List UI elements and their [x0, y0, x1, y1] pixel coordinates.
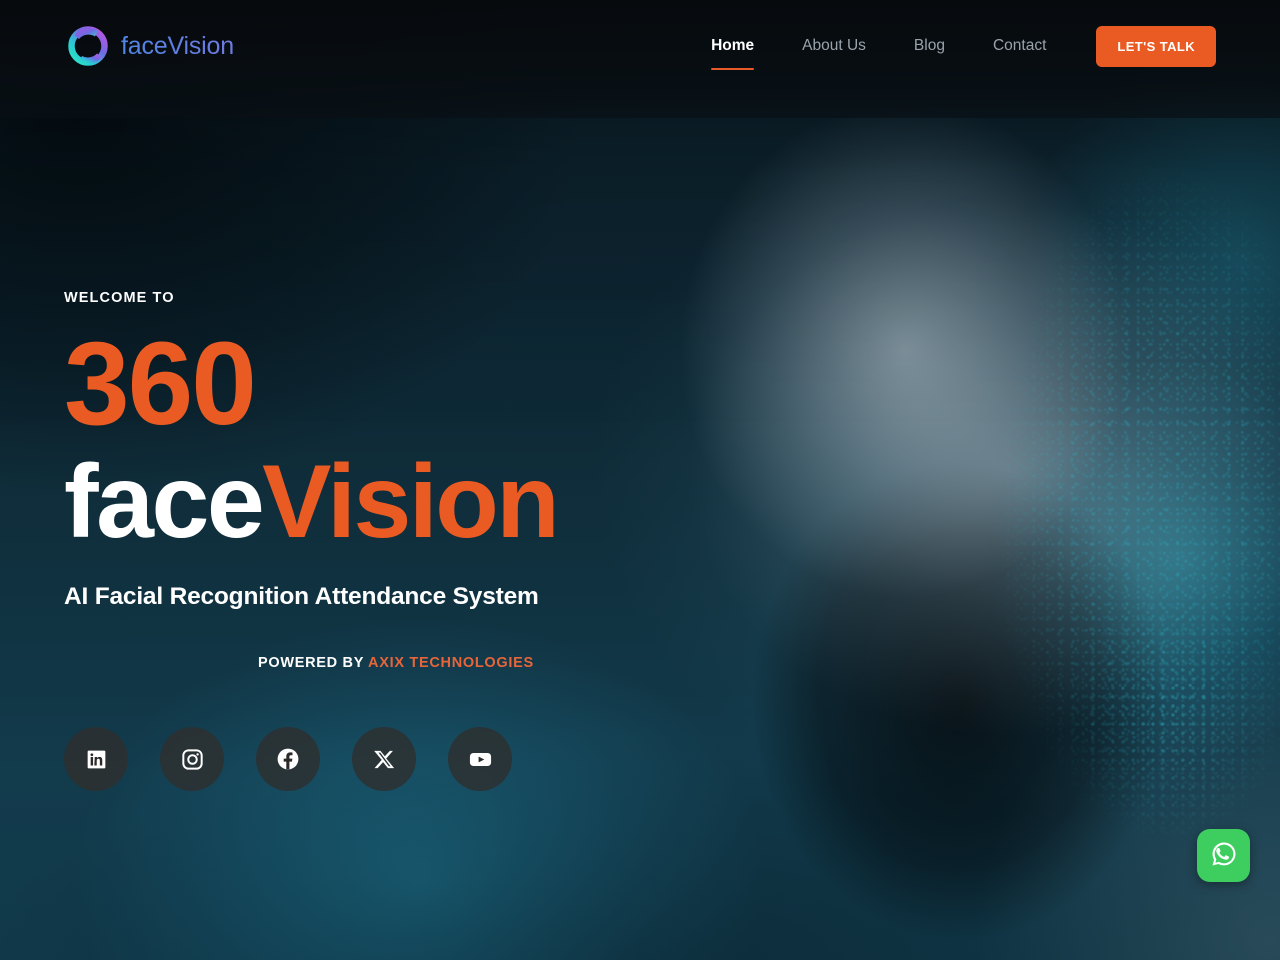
- facevision-ring-logo-icon: [64, 22, 112, 70]
- site-logo[interactable]: faceVision: [64, 22, 234, 70]
- youtube-icon: [467, 746, 494, 773]
- hero-subtitle: AI Facial Recognition Attendance System: [64, 583, 539, 611]
- social-link-linkedin[interactable]: [64, 727, 128, 792]
- social-link-facebook[interactable]: [256, 727, 320, 792]
- page-root: faceVision Home About Us Blog Contact LE…: [0, 0, 1280, 960]
- whatsapp-icon: [1207, 837, 1241, 874]
- social-link-x-twitter[interactable]: [352, 727, 416, 792]
- nav-item-blog[interactable]: Blog: [890, 27, 969, 65]
- hero-title-brand-light: face: [64, 444, 265, 561]
- social-link-youtube[interactable]: [448, 727, 512, 792]
- x-twitter-icon: [373, 748, 396, 771]
- instagram-icon: [180, 747, 205, 772]
- social-links: [64, 727, 764, 792]
- hero-content: WELCOME TO 360 faceVision AI Facial Reco…: [64, 290, 764, 792]
- hero-title-brand-accent: Vision: [262, 444, 560, 561]
- powered-by-company: AXIX TECHNOLOGIES: [368, 655, 534, 672]
- hero-eyebrow: WELCOME TO: [64, 290, 175, 306]
- linkedin-icon: [84, 747, 109, 772]
- facebook-icon: [275, 746, 301, 772]
- hero-title-number: 360: [64, 318, 257, 450]
- lets-talk-button[interactable]: LET'S TALK: [1096, 25, 1216, 67]
- site-logo-text: faceVision: [121, 31, 234, 60]
- whatsapp-chat-button[interactable]: [1197, 829, 1250, 882]
- powered-by-prefix: POWERED BY: [258, 655, 364, 672]
- nav-item-contact[interactable]: Contact: [969, 27, 1070, 65]
- powered-by-line: POWERED BY AXIX TECHNOLOGIES: [258, 655, 764, 671]
- nav-item-about-us[interactable]: About Us: [778, 27, 890, 65]
- nav-item-home[interactable]: Home: [687, 27, 778, 70]
- site-header: faceVision Home About Us Blog Contact LE…: [0, 0, 1280, 118]
- header-inner: faceVision Home About Us Blog Contact LE…: [0, 22, 1280, 70]
- main-navigation: Home About Us Blog Contact LET'S TALK: [687, 25, 1216, 70]
- social-link-instagram[interactable]: [160, 727, 224, 792]
- hero-title-brand: faceVision: [64, 447, 764, 557]
